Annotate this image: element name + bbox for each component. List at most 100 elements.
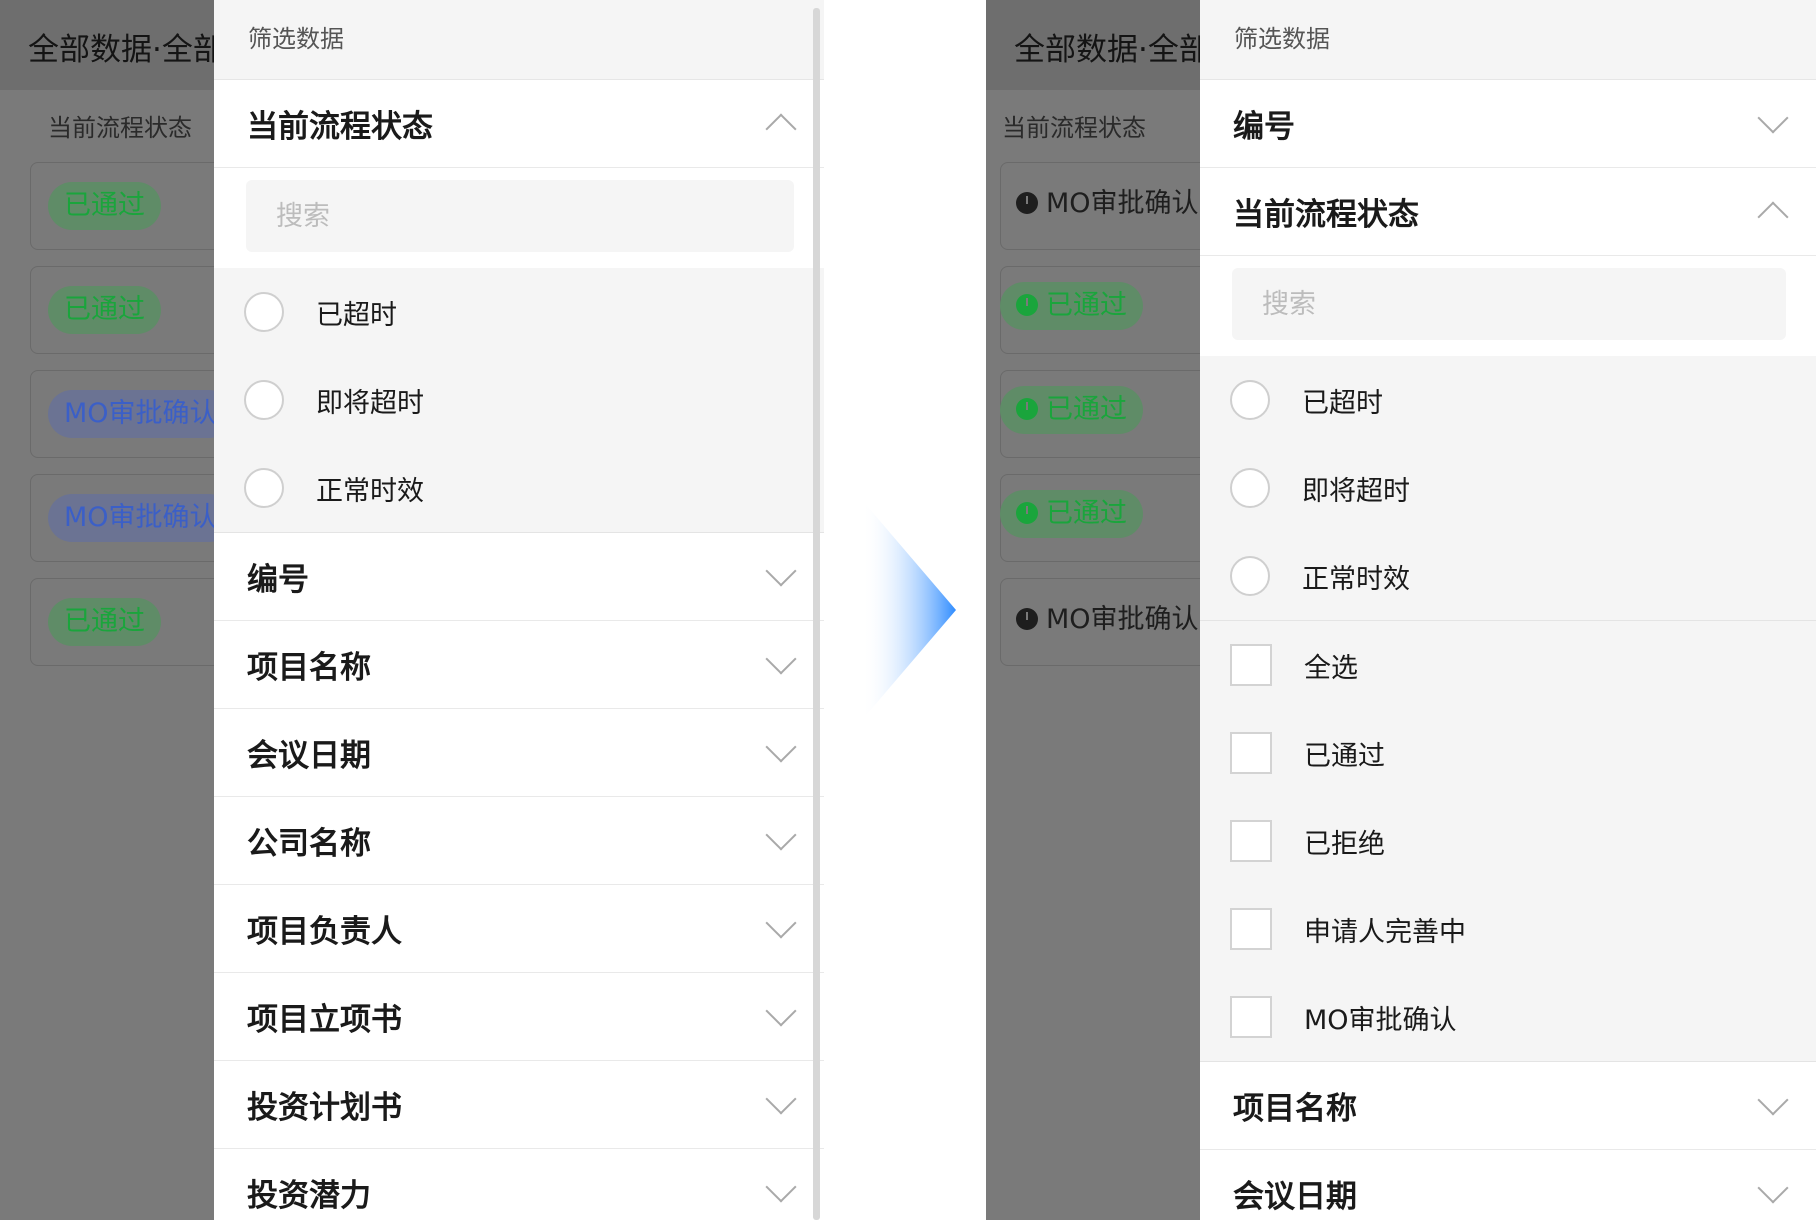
status-text: MO审批确认 xyxy=(1046,604,1199,635)
chevron-down-icon[interactable] xyxy=(765,554,797,587)
filter-section-number[interactable]: 编号 xyxy=(1200,80,1816,168)
option-label: 正常时效 xyxy=(1302,563,1410,595)
option-applicant-improving[interactable]: 申请人完善中 xyxy=(1200,885,1816,973)
screen-before: 全部数据·全部 当前流程状态 已通过 已通过 MO审批确认 MO审批确认 已通过… xyxy=(0,0,824,1220)
option-label: 已超时 xyxy=(316,299,397,331)
status-badge-mo: MO审批确认 xyxy=(48,390,233,438)
section-label: 项目负责人 xyxy=(247,914,402,950)
chevron-down-icon[interactable] xyxy=(765,818,797,851)
search-container xyxy=(1200,256,1816,356)
chevron-down-icon[interactable] xyxy=(765,906,797,939)
chevron-up-icon[interactable] xyxy=(765,112,797,145)
filter-section-meeting-date[interactable]: 会议日期 xyxy=(214,709,824,797)
checkbox[interactable] xyxy=(1230,820,1272,862)
option-normal[interactable]: 正常时效 xyxy=(1200,532,1816,620)
option-mo-approval[interactable]: MO审批确认 xyxy=(1200,973,1816,1061)
chevron-down-icon[interactable] xyxy=(765,1170,797,1203)
option-normal[interactable]: 正常时效 xyxy=(214,444,824,532)
chevron-up-icon[interactable] xyxy=(1757,200,1789,233)
chevron-down-icon[interactable] xyxy=(1757,1083,1789,1116)
search-input[interactable] xyxy=(246,180,794,252)
radio-button[interactable] xyxy=(1230,556,1270,596)
section-label: 项目名称 xyxy=(1233,1091,1357,1127)
option-label: 正常时效 xyxy=(316,475,424,507)
radio-button[interactable] xyxy=(1230,468,1270,508)
status-text: 已通过 xyxy=(1046,394,1127,425)
alarm-clock-icon xyxy=(1016,192,1038,214)
section-label: 公司名称 xyxy=(247,826,371,862)
search-input[interactable] xyxy=(1232,268,1786,340)
filter-section-company-name[interactable]: 公司名称 xyxy=(214,797,824,885)
section-label: 编号 xyxy=(247,562,309,598)
status-badge-approved: 已通过 xyxy=(48,598,161,646)
status-option-group: 全选 已通过 已拒绝 申请人完善中 MO审批确认 xyxy=(1200,620,1816,1061)
chevron-down-icon[interactable] xyxy=(765,730,797,763)
list-title: 全部数据·全部 xyxy=(1014,32,1210,68)
filter-section-number[interactable]: 编号 xyxy=(214,533,824,621)
option-label: 即将超时 xyxy=(1302,475,1410,507)
status-badge-approved: 已通过 xyxy=(48,286,161,334)
status-badge-approved: 已通过 xyxy=(48,182,161,230)
option-select-all[interactable]: 全选 xyxy=(1200,621,1816,709)
section-label: 投资潜力 xyxy=(247,1178,371,1214)
status-text: MO审批确认 xyxy=(1046,188,1199,219)
checkbox[interactable] xyxy=(1230,908,1272,950)
section-label: 会议日期 xyxy=(247,738,371,774)
time-option-group: 已超时 即将超时 正常时效 xyxy=(214,268,824,532)
option-label: 已通过 xyxy=(1304,740,1385,772)
option-rejected[interactable]: 已拒绝 xyxy=(1200,797,1816,885)
alarm-clock-icon xyxy=(1016,502,1038,524)
filter-section-process-status[interactable]: 当前流程状态 xyxy=(214,80,824,168)
option-timed-out[interactable]: 已超时 xyxy=(1200,356,1816,444)
chevron-down-icon[interactable] xyxy=(765,994,797,1027)
chevron-down-icon[interactable] xyxy=(1757,1171,1789,1204)
filter-section-investment-potential[interactable]: 投资潜力 xyxy=(214,1149,824,1220)
scrollbar[interactable] xyxy=(813,8,820,1220)
section-label: 当前流程状态 xyxy=(247,109,433,145)
time-option-group: 已超时 即将超时 正常时效 xyxy=(1200,356,1816,620)
option-approved[interactable]: 已通过 xyxy=(1200,709,1816,797)
filter-section-meeting-date[interactable]: 会议日期 xyxy=(1200,1150,1816,1220)
column-header: 当前流程状态 xyxy=(48,114,192,142)
radio-button[interactable] xyxy=(1230,380,1270,420)
column-header: 当前流程状态 xyxy=(1002,114,1146,142)
status-mo: MO审批确认 xyxy=(1016,180,1199,228)
radio-button[interactable] xyxy=(244,380,284,420)
option-label: 申请人完善中 xyxy=(1304,916,1466,948)
filter-section-project-name[interactable]: 项目名称 xyxy=(214,621,824,709)
chevron-down-icon[interactable] xyxy=(765,642,797,675)
option-about-to-time-out[interactable]: 即将超时 xyxy=(214,356,824,444)
option-label: 已超时 xyxy=(1302,387,1383,419)
radio-button[interactable] xyxy=(244,468,284,508)
filter-section-investment-plan[interactable]: 投资计划书 xyxy=(214,1061,824,1149)
filter-section-project-proposal[interactable]: 项目立项书 xyxy=(214,973,824,1061)
status-text: 已通过 xyxy=(1046,498,1127,529)
status-badge-approved: 已通过 xyxy=(1000,490,1143,538)
filter-panel: 筛选数据 编号 当前流程状态 已超时 即将超时 正常时效 xyxy=(1200,0,1816,1220)
radio-button[interactable] xyxy=(244,292,284,332)
filter-panel-title: 筛选数据 xyxy=(1200,0,1816,80)
status-badge-approved: 已通过 xyxy=(1000,282,1143,330)
status-badge-approved: 已通过 xyxy=(1000,386,1143,434)
chevron-down-icon[interactable] xyxy=(1757,101,1789,134)
filter-panel-title: 筛选数据 xyxy=(214,0,824,80)
filter-section-project-name[interactable]: 项目名称 xyxy=(1200,1062,1816,1150)
section-label: 项目立项书 xyxy=(247,1002,402,1038)
checkbox[interactable] xyxy=(1230,996,1272,1038)
option-about-to-time-out[interactable]: 即将超时 xyxy=(1200,444,1816,532)
chevron-down-icon[interactable] xyxy=(765,1082,797,1115)
option-timed-out[interactable]: 已超时 xyxy=(214,268,824,356)
alarm-clock-icon xyxy=(1016,294,1038,316)
filter-section-process-status[interactable]: 当前流程状态 xyxy=(1200,168,1816,256)
alarm-clock-icon xyxy=(1016,398,1038,420)
checkbox[interactable] xyxy=(1230,644,1272,686)
screen-after: 全部数据·全部 当前流程状态 MO审批确认 已通过 已通过 已通过 MO审批确认… xyxy=(986,0,1816,1220)
list-title: 全部数据·全部 xyxy=(28,32,224,68)
option-label: 已拒绝 xyxy=(1304,828,1385,860)
status-mo: MO审批确认 xyxy=(1016,596,1199,644)
filter-section-project-owner[interactable]: 项目负责人 xyxy=(214,885,824,973)
checkbox[interactable] xyxy=(1230,732,1272,774)
section-label: 当前流程状态 xyxy=(1233,197,1419,233)
section-label: 项目名称 xyxy=(247,650,371,686)
transition-arrow-icon xyxy=(862,500,956,720)
